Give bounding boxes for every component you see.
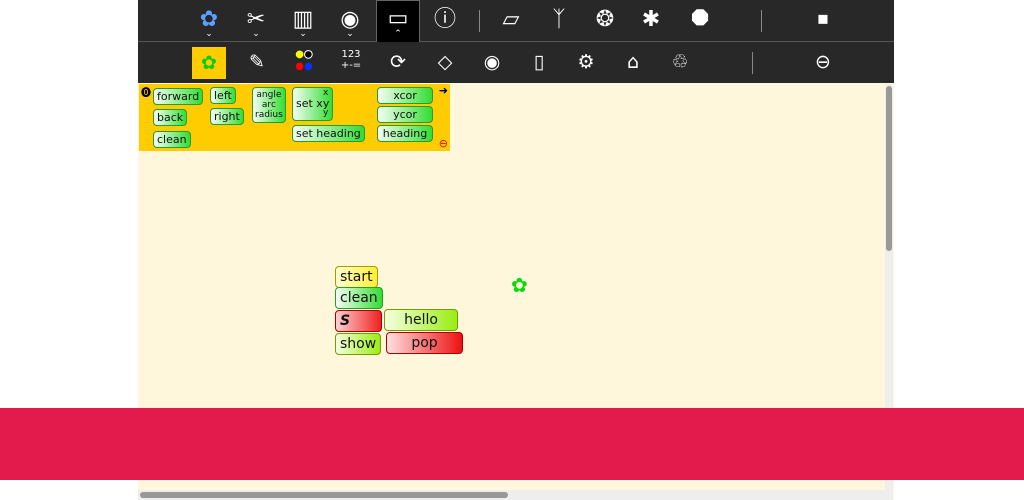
stop-activity-icon[interactable]: ⏹	[805, 2, 841, 38]
turtle-palette-icon[interactable]: ✿	[192, 47, 226, 79]
forward-block[interactable]: forward	[153, 88, 204, 105]
clean-block[interactable]: clean	[153, 131, 191, 148]
palette-next-icon[interactable]: ➜	[439, 84, 448, 97]
start-block[interactable]: start	[335, 266, 378, 288]
chevron-up-icon: ⌃	[394, 29, 402, 39]
arc-label: arc	[261, 100, 276, 110]
banner-bar	[0, 408, 1024, 480]
media-palette-icon[interactable]: ▯	[521, 44, 557, 80]
palette-close-icon[interactable]: ⊖	[439, 137, 448, 150]
ycor-block[interactable]: ycor	[377, 106, 433, 123]
run-slow-turtle-icon[interactable]: ❂	[587, 2, 623, 38]
clean-block[interactable]: clean	[335, 287, 383, 309]
remove-palette-icon[interactable]: ⊖	[805, 44, 841, 80]
separator	[761, 10, 762, 32]
eraser-icon[interactable]: ▱	[493, 2, 529, 38]
chevron-down-icon: ⌄	[205, 29, 213, 39]
main-toolbar: ✿ ⌄ ✂ ⌄ ▥ ⌄ ◉ ⌄ ▭ ⌃ ⓘ ▱ ᛉ ❂ ✱ ⯃ ⏹	[138, 0, 894, 43]
chevron-down-icon: ⌄	[252, 29, 260, 39]
numbers-label-bottom: +-=	[340, 60, 362, 71]
chevron-down-icon: ⌄	[346, 29, 354, 39]
arc-block[interactable]: angle arc radius	[252, 87, 286, 123]
hello-string-block[interactable]: hello	[384, 309, 458, 331]
chevron-down-icon: ⌄	[299, 29, 307, 39]
turtle-palette: ⓿ ➜ ⊖ forward back clean left right angl…	[139, 84, 450, 151]
back-block[interactable]: back	[153, 109, 188, 126]
turtle-icon[interactable]: ✿	[511, 273, 528, 297]
numbers-palette-icon[interactable]: 123 +-=	[333, 49, 369, 71]
help-icon[interactable]: ⓘ	[427, 2, 463, 38]
debug-bug-icon[interactable]: ✱	[633, 2, 669, 38]
presentation-palette-icon[interactable]: ⌂	[615, 44, 651, 80]
arc-angle-label: angle	[256, 90, 282, 100]
flow-palette-icon[interactable]: ⟳	[380, 44, 416, 80]
pop-block[interactable]: pop	[386, 332, 463, 354]
colors-palette-icon[interactable]: ●● ●●	[286, 49, 322, 73]
palette-toolbar: ✿ ✎ ●● ●● 123 +-= ⟳ ◇ ◉ ▯ ⚙ ⌂ ♲ ⊖	[138, 42, 894, 83]
horizontal-scroll-thumb[interactable]	[140, 492, 508, 498]
left-block[interactable]: left	[210, 87, 236, 104]
store-in-block[interactable]: S	[335, 310, 382, 332]
stop-hand-icon[interactable]: ⯃	[682, 2, 718, 38]
numbers-label-top: 123	[341, 49, 361, 60]
right-block[interactable]: right	[210, 108, 244, 125]
run-fast-rabbit-icon[interactable]: ᛉ	[541, 2, 577, 38]
show-block[interactable]: show	[335, 333, 382, 355]
sensors-palette-icon[interactable]: ◉	[474, 44, 510, 80]
palette-orientation-icon[interactable]: ⓿	[141, 84, 151, 99]
extras-palette-icon[interactable]: ⚙	[568, 44, 604, 80]
trash-palette-icon[interactable]: ♲	[662, 44, 698, 80]
heading-block[interactable]: heading	[377, 125, 433, 142]
setxy-y-label: y	[323, 108, 329, 118]
separator	[479, 10, 480, 32]
vertical-scroll-thumb[interactable]	[886, 86, 892, 251]
pen-palette-icon[interactable]: ✎	[239, 44, 275, 80]
separator	[752, 52, 753, 74]
setheading-block[interactable]: set heading	[292, 125, 365, 142]
xcor-block[interactable]: xcor	[377, 87, 433, 104]
arc-radius-label: radius	[255, 110, 283, 120]
horizontal-scrollbar[interactable]	[138, 490, 885, 500]
setxy-block[interactable]: set xy x y	[292, 87, 334, 121]
blocks-palette-icon[interactable]: ◇	[427, 44, 463, 80]
setxy-x-label: x	[323, 88, 329, 98]
